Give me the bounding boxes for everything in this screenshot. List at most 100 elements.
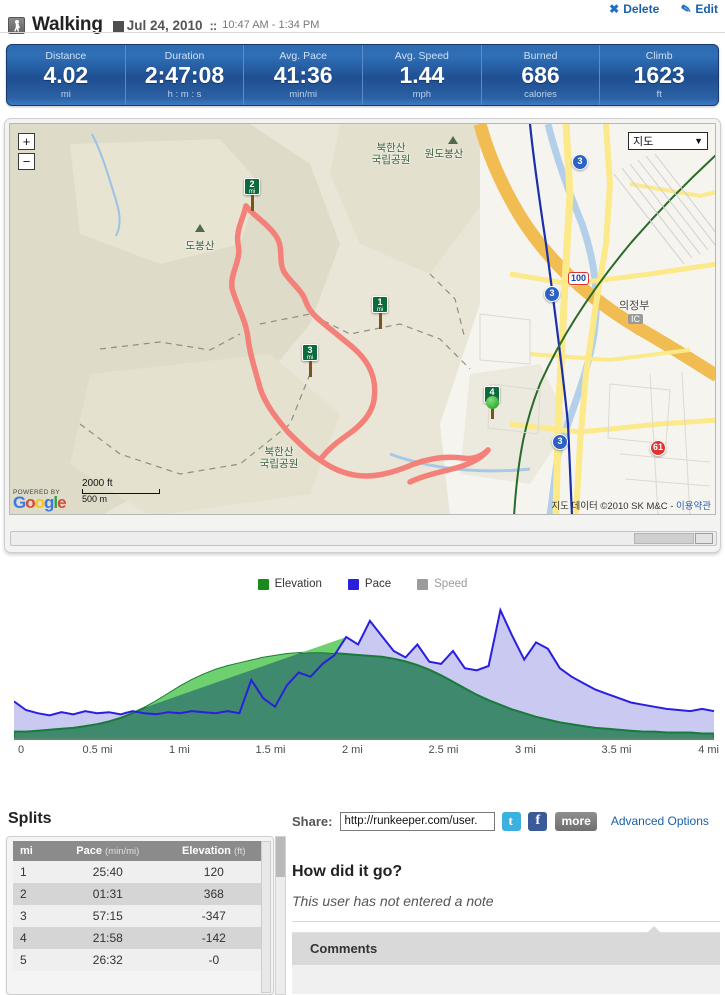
stat-value: 686 (521, 62, 560, 88)
x-tick-label: 1.5 mi (255, 744, 286, 756)
note-heading: How did it go? (292, 863, 403, 880)
legend-swatch-speed (417, 578, 429, 590)
stat-value: 2:47:08 (144, 62, 225, 88)
left-column-scrollbar-thumb[interactable] (276, 837, 285, 877)
highway-shield-3b: 3 (544, 286, 560, 302)
note-divider (292, 921, 720, 922)
map-scale-bar: 2000 ft 500 m (82, 478, 160, 504)
table-header-row: mi Pace (min/mi) Elevation (ft) (13, 841, 267, 861)
scale-ft-label: 2000 ft (82, 478, 113, 489)
table-row: 1 25:40 120 (13, 861, 267, 883)
legend-item-speed[interactable]: Speed (417, 578, 467, 590)
map-type-label: 지도 (633, 136, 654, 148)
highway-shield-3a: 3 (572, 154, 588, 170)
stats-bar: Distance 4.02 mi Duration 2:47:08 h : m … (6, 44, 719, 106)
mile-marker-1: 1 mi (372, 296, 388, 329)
facebook-icon[interactable] (528, 811, 548, 831)
advanced-options-link[interactable]: Advanced Options (611, 814, 709, 828)
elevation-pace-chart[interactable] (14, 600, 714, 740)
map-zoom-in-button[interactable]: + (18, 133, 35, 150)
page-header: Walking Jul 24, 2010 :: 10:47 AM - 1:34 … (0, 0, 725, 35)
x-tick-label: 0 (18, 744, 25, 756)
pencil-icon: ✎ (679, 1, 693, 17)
column-header-mi[interactable]: mi (13, 841, 55, 861)
map-label-uijeongbu: 의정부 (619, 300, 650, 312)
comments-heading: Comments (292, 933, 720, 965)
map-zoom-out-button[interactable]: − (18, 153, 35, 170)
highway-shield-3c: 3 (552, 434, 568, 450)
cell-mi: 2 (13, 883, 55, 905)
stat-avg-pace: Avg. Pace 41:36 min/mi (243, 45, 362, 105)
column-header-elevation[interactable]: Elevation (ft) (160, 841, 267, 861)
chart-legend: Elevation Pace Speed (0, 578, 725, 590)
highway-shield-100: 100 (568, 272, 590, 285)
delete-button[interactable]: ✖ Delete (609, 2, 659, 16)
mile-marker-3: 3 mi (302, 344, 318, 377)
calendar-icon (112, 20, 124, 32)
map-copyright-text: 지도 데이터 ©2010 SK M&C - (551, 501, 677, 512)
chart-x-axis: 0 0.5 mi 1 mi 1.5 mi 2 mi 2.5 mi 3 mi 3.5 mi 4 m… (0, 744, 725, 760)
stat-unit: mph (412, 89, 432, 100)
cell-elevation: -347 (160, 905, 267, 927)
map-label-bukhansan-park: 북한산 국립공원 (371, 142, 411, 166)
note-body: This user has not entered a note (292, 893, 494, 909)
share-url-input[interactable] (340, 811, 496, 831)
map-horizontal-scrollbar[interactable] (10, 531, 717, 546)
map-label-dobongsan: 도봉산 (185, 240, 215, 252)
map-terms-link[interactable]: 이용약관 (676, 501, 711, 512)
legend-item-elevation[interactable]: Elevation (257, 578, 322, 590)
map-canvas[interactable]: + − 지도 ▼ 북한산 국립공원 원도봉산 도봉산 북한산 국립공원 의정부 IC… (9, 123, 716, 515)
column-header-pace[interactable]: Pace (min/mi) (55, 841, 161, 861)
legend-label-elevation: Elevation (274, 578, 322, 590)
stat-label: Avg. Pace (279, 50, 328, 62)
table-row: 2 01:31 368 (13, 883, 267, 905)
stat-label: Climb (645, 50, 673, 62)
share-label: Share: (292, 813, 333, 829)
stat-unit: h : m : s (167, 89, 202, 100)
peak-icon (448, 136, 458, 144)
map-scrollbar-thumb[interactable] (634, 533, 694, 544)
stat-duration: Duration 2:47:08 h : m : s (124, 45, 244, 105)
header-divider (0, 32, 725, 33)
cell-pace: 21:58 (55, 927, 161, 949)
map-type-dropdown[interactable]: 지도 ▼ (628, 132, 708, 150)
mile-marker-2: 2 mi (244, 178, 260, 211)
cell-mi: 1 (13, 861, 55, 883)
peak-icon (195, 224, 205, 232)
left-column-scrollbar[interactable] (275, 836, 286, 995)
legend-item-pace[interactable]: Pace (347, 578, 392, 590)
x-tick-label: 4 mi (698, 744, 719, 756)
more-share-button[interactable]: more (555, 811, 597, 831)
edit-button[interactable]: ✎ Edit (679, 1, 718, 17)
stat-value: 4.02 (43, 62, 89, 88)
table-row: 5 26:32 -0 (13, 949, 267, 971)
splits-table: mi Pace (min/mi) Elevation (ft) 1 25:40 12… (13, 841, 267, 971)
stat-avg-speed: Avg. Speed 1.44 mph (362, 45, 481, 105)
x-tick-label: 2.5 mi (428, 744, 459, 756)
x-tick-label: 0.5 mi (82, 744, 113, 756)
cell-pace: 01:31 (55, 883, 161, 905)
twitter-icon[interactable] (502, 811, 522, 831)
legend-label-speed: Speed (434, 578, 468, 590)
cell-elevation: -142 (160, 927, 267, 949)
title-separator: :: (209, 17, 218, 33)
legend-label-pace: Pace (364, 578, 392, 590)
chevron-down-icon: ▼ (694, 136, 703, 146)
splits-scrollbar[interactable] (261, 841, 271, 993)
cell-mi: 5 (13, 949, 55, 971)
stat-value: 1.44 (399, 62, 445, 88)
map-scrollbar-button[interactable] (695, 533, 713, 544)
highway-shield-61: 61 (650, 440, 666, 456)
x-tick-label: 3 mi (515, 744, 536, 756)
cell-pace: 57:15 (55, 905, 161, 927)
stat-burned: Burned 686 calories (480, 45, 600, 105)
scale-m-label: 500 m (82, 494, 108, 504)
stat-value: 1623 (633, 62, 685, 88)
cell-elevation: -0 (160, 949, 267, 971)
map-label-wondobongsan: 원도봉산 (424, 148, 464, 160)
legend-swatch-elevation (257, 578, 269, 590)
stat-value: 41:36 (273, 62, 333, 88)
x-tick-label: 1 mi (169, 744, 190, 756)
legend-swatch-pace (347, 578, 359, 590)
stat-climb: Climb 1623 ft (599, 45, 718, 105)
